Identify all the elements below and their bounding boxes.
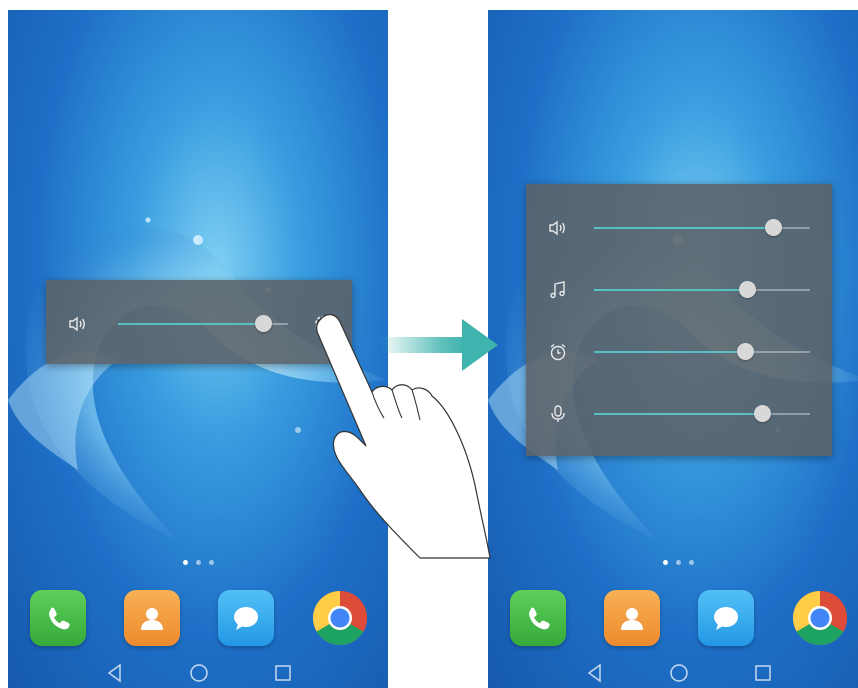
slider-thumb[interactable] — [739, 281, 757, 298]
slider-track[interactable] — [118, 315, 288, 332]
speaker-icon — [69, 316, 85, 332]
chrome-icon[interactable] — [792, 590, 848, 646]
recents-icon[interactable] — [272, 662, 294, 684]
navigation-bar — [8, 656, 388, 688]
ringtone-volume-slider[interactable] — [526, 216, 832, 240]
microphone-icon — [551, 405, 565, 422]
call-volume-slider[interactable] — [526, 402, 832, 426]
messages-icon[interactable] — [218, 590, 274, 646]
messages-icon[interactable] — [698, 590, 754, 646]
speaker-icon — [549, 220, 565, 236]
slider-track[interactable] — [594, 343, 810, 360]
slider-fill — [594, 227, 774, 229]
slider-thumb[interactable] — [765, 219, 783, 236]
slider-thumb[interactable] — [737, 343, 755, 360]
page-indicator — [8, 560, 388, 565]
page-dot — [195, 560, 201, 565]
slider-fill — [118, 323, 263, 325]
page-dot — [662, 560, 668, 565]
music-note-icon — [550, 281, 565, 299]
chrome-icon[interactable] — [312, 590, 368, 646]
phone-icon[interactable] — [510, 590, 566, 646]
contacts-icon[interactable] — [604, 590, 660, 646]
back-icon[interactable] — [584, 662, 606, 684]
home-icon[interactable] — [188, 662, 210, 684]
app-dock — [8, 590, 388, 654]
page-indicator — [488, 560, 858, 565]
contacts-icon[interactable] — [124, 590, 180, 646]
page-dot — [675, 560, 681, 565]
app-dock — [488, 590, 858, 654]
page-dot — [208, 560, 214, 565]
slider-track[interactable] — [594, 281, 810, 298]
back-icon[interactable] — [104, 662, 126, 684]
slider-fill — [594, 413, 763, 415]
recents-icon[interactable] — [752, 662, 774, 684]
expanded-volume-panel — [526, 184, 832, 456]
page-dot — [688, 560, 694, 565]
navigation-bar — [488, 656, 858, 688]
music-volume-slider[interactable] — [526, 278, 832, 302]
alarm-volume-slider[interactable] — [526, 340, 832, 364]
alarm-clock-icon — [550, 343, 566, 361]
slider-fill — [594, 351, 746, 353]
page-dot — [182, 560, 188, 565]
home-icon[interactable] — [668, 662, 690, 684]
slider-thumb[interactable] — [754, 405, 772, 422]
phone-screen-after — [488, 10, 858, 688]
slider-fill — [594, 289, 748, 291]
slider-track[interactable] — [594, 405, 810, 422]
tapping-hand-illustration — [316, 313, 491, 559]
slider-track[interactable] — [594, 219, 810, 236]
slider-thumb[interactable] — [254, 315, 272, 332]
phone-icon[interactable] — [30, 590, 86, 646]
